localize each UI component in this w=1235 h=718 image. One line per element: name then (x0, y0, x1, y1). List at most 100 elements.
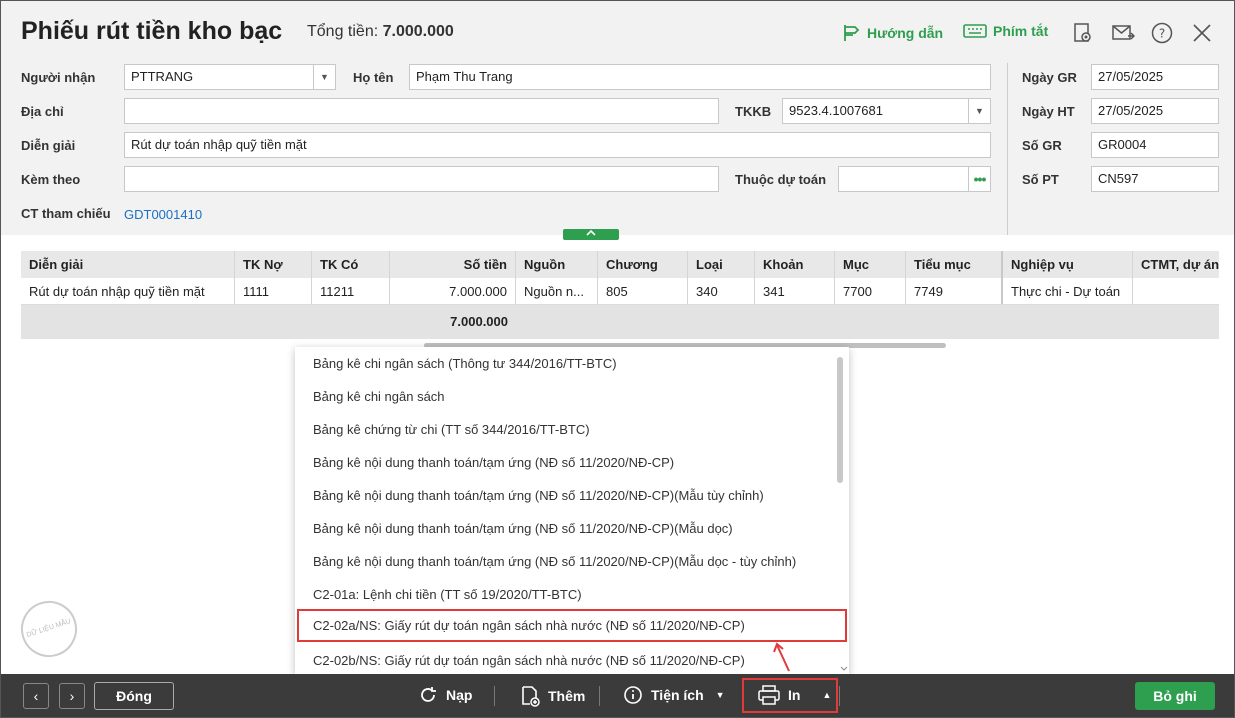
unpost-button[interactable]: Bỏ ghi (1135, 682, 1215, 710)
reference-label: CT tham chiếu (21, 206, 111, 221)
so-gr-value: GR0004 (1098, 137, 1147, 152)
shortcut-link[interactable]: Phím tắt (963, 23, 1048, 39)
column-header[interactable]: Nghiệp vụ (1003, 251, 1133, 278)
table-cell[interactable]: 7700 (835, 278, 906, 304)
chevron-down-icon[interactable]: ▼ (313, 65, 335, 89)
chevron-down-icon[interactable]: ▼ (968, 99, 990, 123)
print-label: In (788, 687, 801, 703)
column-header[interactable]: Diễn giải (21, 251, 235, 278)
tkkb-combo[interactable]: 9523.4.1007681 ▼ (782, 98, 991, 124)
column-header[interactable]: Tiểu mục (906, 251, 1003, 278)
table-cell[interactable]: Nguồn n... (516, 278, 598, 304)
ngay-ht-field[interactable]: 27/05/2025 (1091, 98, 1219, 124)
collapse-header-button[interactable] (563, 229, 619, 240)
print-button[interactable]: In ▲ (758, 685, 831, 705)
more-icon[interactable]: ••• (968, 167, 990, 191)
ngay-gr-field[interactable]: 27/05/2025 (1091, 64, 1219, 90)
refresh-icon (421, 687, 436, 702)
table-row[interactable]: Rút dự toán nhập quỹ tiền mặt 1111 11211… (21, 278, 1219, 305)
print-menu-item[interactable]: Bảng kê nội dung thanh toán/tạm ứng (NĐ … (295, 512, 835, 545)
close-button[interactable]: Đóng (94, 682, 174, 710)
tkkb-label: TKKB (735, 104, 772, 119)
description-label: Diễn giải (21, 138, 76, 153)
column-header[interactable]: Mục (835, 251, 906, 278)
recipient-label: Người nhận (21, 70, 96, 85)
description-field[interactable]: Rút dự toán nhập quỹ tiền mặt (124, 132, 991, 158)
table-cell[interactable]: 340 (688, 278, 755, 304)
print-menu-item[interactable]: Bảng kê nội dung thanh toán/tạm ứng (NĐ … (295, 479, 835, 512)
print-menu-item[interactable]: C2-02b/NS: Giấy rút dự toán ngân sách nh… (295, 644, 835, 674)
mail-icon[interactable] (1111, 21, 1135, 45)
column-header[interactable]: CTMT, dự án (1133, 251, 1219, 278)
total-label: Tổng tiền: (307, 23, 379, 40)
print-menu-item[interactable]: Bảng kê chứng từ chi (TT số 344/2016/TT-… (295, 413, 835, 446)
estimate-label: Thuộc dự toán (735, 172, 827, 187)
page-title: Phiếu rút tiền kho bạc (21, 17, 283, 45)
column-header[interactable]: Nguồn (516, 251, 598, 278)
sample-data-stamp: DỮ LIỆU MẪU (13, 593, 85, 665)
ngay-gr-value: 27/05/2025 (1098, 69, 1164, 84)
help-icon[interactable]: ? (1150, 21, 1174, 45)
recipient-combo[interactable]: PTTRANG ▼ (124, 64, 336, 90)
print-menu: Bảng kê chi ngân sách (Thông tư 344/2016… (295, 347, 849, 674)
column-header[interactable]: Số tiền (390, 251, 516, 278)
annotation-arrow (773, 642, 790, 672)
previous-button[interactable]: ‹ (23, 683, 49, 709)
utility-button[interactable]: Tiện ích ▼ (623, 685, 725, 705)
total-value: 7.000.000 (382, 23, 454, 40)
estimate-field[interactable]: ••• (838, 166, 991, 192)
print-menu-item[interactable]: Bảng kê nội dung thanh toán/tạm ứng (NĐ … (295, 545, 835, 578)
guide-link[interactable]: Hướng dẫn (841, 23, 943, 43)
column-header[interactable]: TK Nợ (235, 251, 312, 278)
table-cell[interactable]: 1111 (235, 278, 312, 304)
fullname-label: Họ tên (353, 70, 394, 85)
recipient-value: PTTRANG (131, 69, 194, 84)
printer-icon (758, 685, 780, 705)
grid-total-row: 7.000.000 (21, 305, 1219, 339)
ngay-ht-label: Ngày HT (1022, 104, 1075, 119)
column-header[interactable]: Chương (598, 251, 688, 278)
column-header[interactable]: Khoản (755, 251, 835, 278)
print-menu-item-highlighted[interactable]: C2-02a/NS: Giấy rút dự toán ngân sách nh… (297, 609, 847, 642)
column-header[interactable]: TK Có (312, 251, 390, 278)
reference-link[interactable]: GDT0001410 (124, 207, 202, 222)
table-cell[interactable]: 11211 (312, 278, 390, 304)
print-menu-item[interactable]: Bảng kê nội dung thanh toán/tạm ứng (NĐ … (295, 446, 835, 479)
so-pt-field[interactable]: CN597 (1091, 166, 1219, 192)
table-cell[interactable]: 341 (755, 278, 835, 304)
grid-total-value: 7.000.000 (450, 314, 508, 329)
preview-icon[interactable] (1071, 21, 1095, 45)
add-button[interactable]: Thêm (520, 685, 585, 707)
address-field[interactable] (124, 98, 719, 124)
chevron-up-icon (586, 229, 596, 236)
address-label: Địa chỉ (21, 104, 64, 119)
column-header[interactable]: Loại (688, 251, 755, 278)
table-cell[interactable]: Thực chi - Dự toán (1003, 278, 1133, 304)
add-document-icon (522, 686, 540, 707)
next-button[interactable]: › (59, 683, 85, 709)
close-icon[interactable] (1190, 21, 1214, 45)
menu-scrollbar-thumb[interactable] (837, 357, 843, 483)
so-gr-label: Số GR (1022, 138, 1062, 153)
ngay-gr-label: Ngày GR (1022, 70, 1077, 85)
table-cell[interactable]: 7.000.000 (390, 278, 516, 304)
print-menu-item[interactable]: Bảng kê chi ngân sách (295, 380, 835, 413)
info-icon (624, 686, 642, 704)
reload-button[interactable]: Nạp (418, 685, 472, 705)
fullname-field[interactable]: Phạm Thu Trang (409, 64, 991, 90)
table-cell[interactable]: Rút dự toán nhập quỹ tiền mặt (21, 278, 235, 304)
print-menu-item[interactable]: Bảng kê chi ngân sách (Thông tư 344/2016… (295, 347, 835, 380)
add-label: Thêm (548, 688, 586, 704)
scroll-down-icon[interactable] (839, 665, 849, 673)
print-menu-item[interactable]: C2-01a: Lệnh chi tiền (TT số 19/2020/TT-… (295, 578, 835, 611)
so-gr-field[interactable]: GR0004 (1091, 132, 1219, 158)
guide-label: Hướng dẫn (867, 25, 944, 41)
attachment-field[interactable] (124, 166, 719, 192)
divider (1007, 63, 1008, 235)
table-cell[interactable]: 7749 (906, 278, 1003, 304)
table-cell[interactable] (1133, 278, 1219, 304)
caret-up-icon[interactable]: ▲ (822, 690, 831, 700)
table-cell[interactable]: 805 (598, 278, 688, 304)
caret-down-icon: ▼ (715, 690, 725, 700)
divider (839, 686, 840, 706)
